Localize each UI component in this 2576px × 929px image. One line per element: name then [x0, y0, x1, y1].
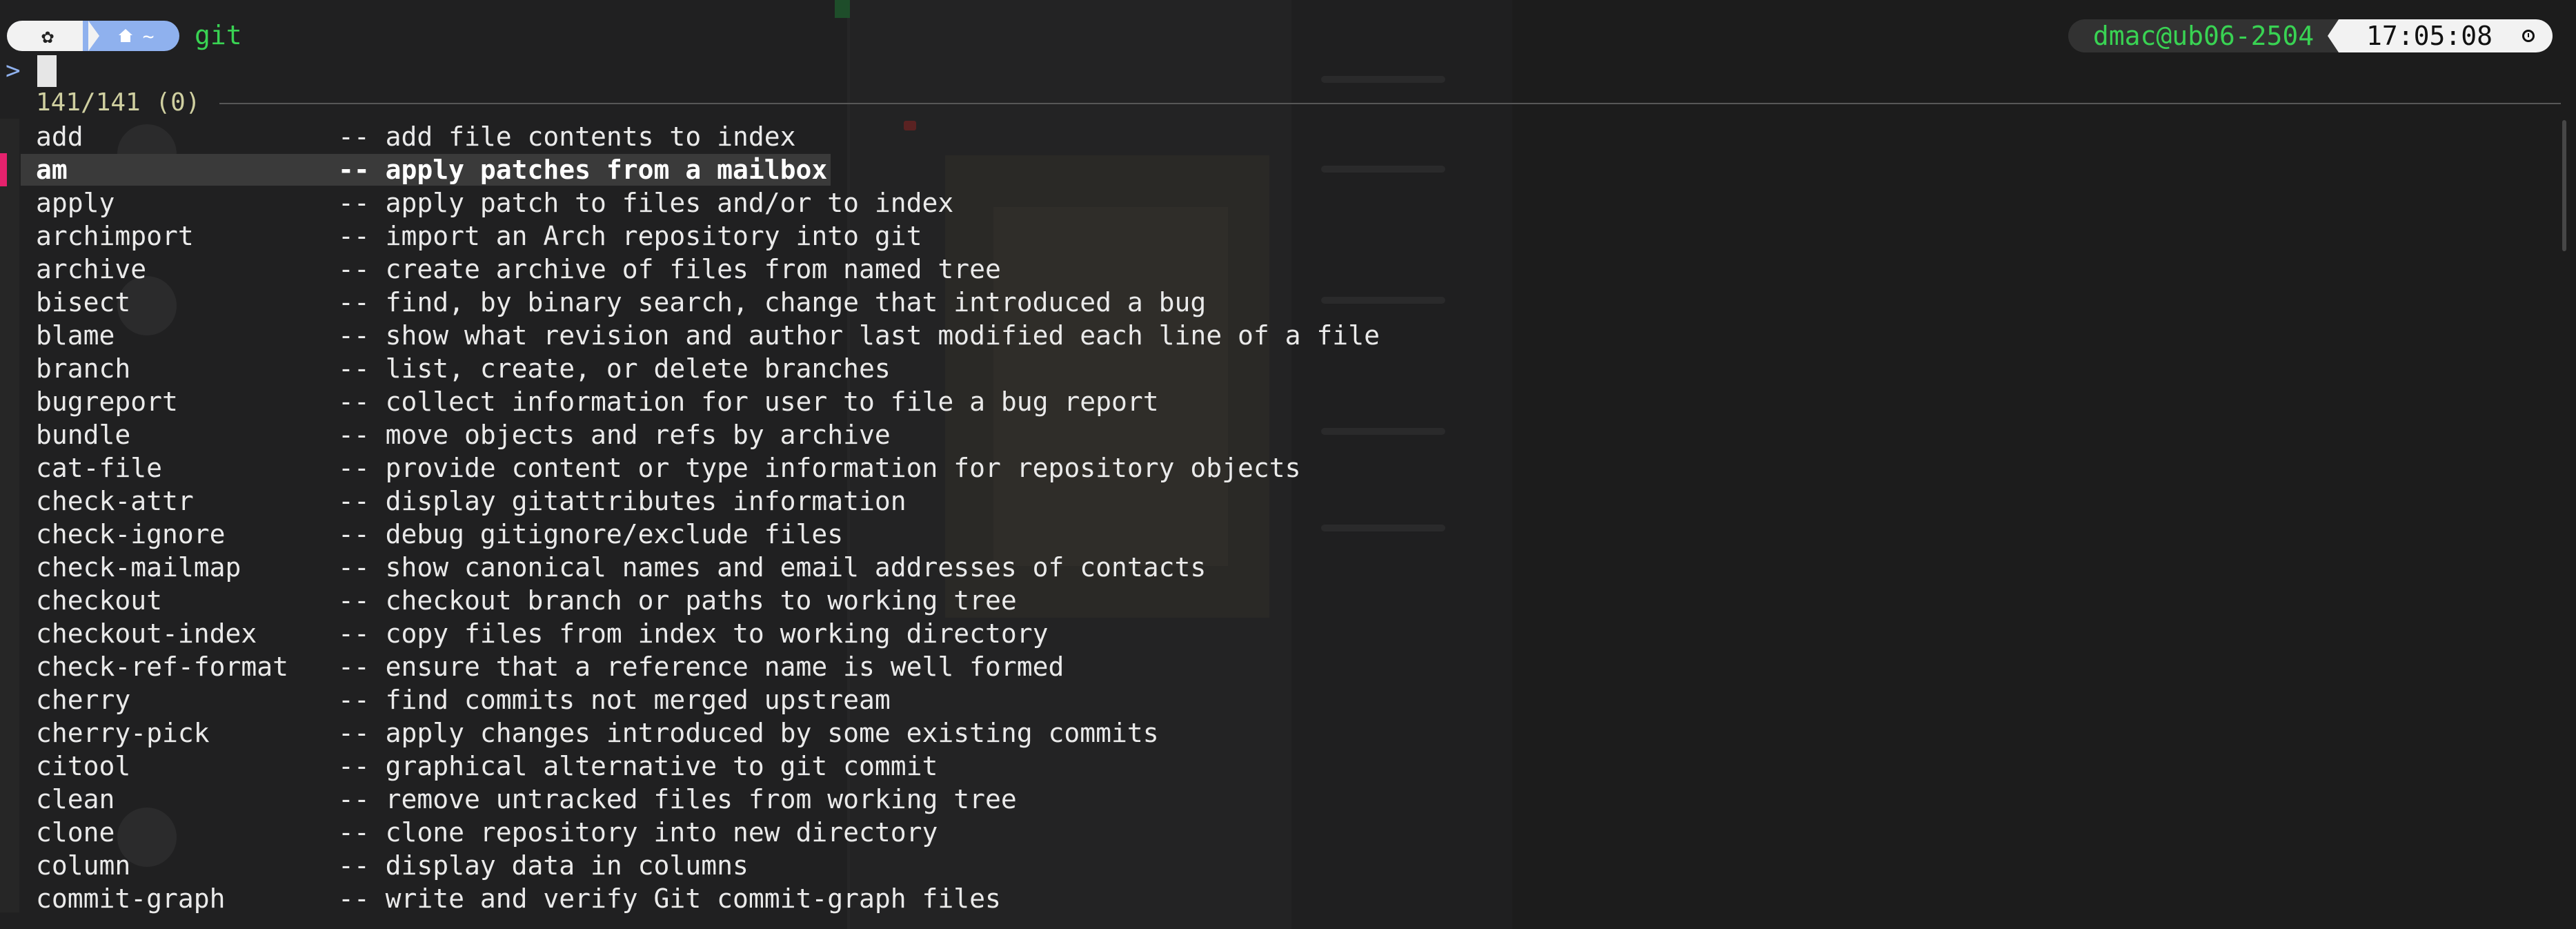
- completion-item[interactable]: archive -- create archive of files from n…: [0, 253, 1518, 286]
- completion-name: bundle: [36, 420, 131, 450]
- completion-name: apply: [36, 188, 115, 218]
- user-host-segment: dmac@ub06-2504: [2068, 19, 2339, 52]
- completion-description: -- clone repository into new directory: [338, 817, 938, 848]
- results-info-row: 141/141 (0): [0, 87, 2576, 119]
- completion-name: check-attr: [36, 486, 194, 516]
- completion-description: -- list, create, or delete branches: [338, 353, 891, 384]
- completion-item[interactable]: add -- add file contents to index: [0, 120, 1518, 153]
- completion-name: blame: [36, 320, 115, 351]
- completion-item[interactable]: blame -- show what revision and author la…: [0, 319, 1518, 352]
- completion-item[interactable]: column -- display data in columns: [0, 849, 1518, 882]
- completion-item[interactable]: clean -- remove untracked files from work…: [0, 783, 1518, 816]
- completion-item[interactable]: citool -- graphical alternative to git co…: [0, 750, 1518, 783]
- completion-item[interactable]: cherry-pick -- apply changes introduced b…: [0, 716, 1518, 750]
- completion-item[interactable]: checkout -- checkout branch or paths to w…: [0, 584, 1518, 617]
- completion-description: -- show canonical names and email addres…: [338, 552, 1207, 583]
- completion-name: cherry: [36, 685, 131, 715]
- separator-line: [219, 103, 2561, 104]
- completion-description: -- add file contents to index: [338, 121, 796, 152]
- completion-name: commit-graph: [36, 883, 226, 914]
- completion-item-selected[interactable]: am -- apply patches from a mailbox: [0, 153, 1518, 186]
- input-prompt-symbol: >: [6, 57, 21, 85]
- completion-item[interactable]: bisect -- find, by binary search, change …: [0, 286, 1518, 319]
- completion-description: -- display gitattributes information: [338, 486, 906, 516]
- completion-description: -- show what revision and author last mo…: [338, 320, 1380, 351]
- completion-description: -- copy files from index to working dire…: [338, 618, 1049, 649]
- os-logo-icon: ✿: [41, 23, 55, 48]
- completion-item[interactable]: clone -- clone repository into new direct…: [0, 816, 1518, 849]
- completion-description: -- checkout branch or paths to working t…: [338, 585, 1017, 616]
- completion-description: -- ensure that a reference name is well …: [338, 652, 1064, 682]
- completion-item[interactable]: archimport -- import an Arch repository i…: [0, 219, 1518, 253]
- completion-name: citool: [36, 751, 131, 781]
- time-segment: 17:05:08: [2328, 19, 2553, 52]
- completion-name: archive: [36, 254, 147, 284]
- directory-label: ~: [142, 24, 155, 48]
- segment-separator: [88, 21, 99, 51]
- completion-item[interactable]: branch -- list, create, or delete branche…: [0, 352, 1518, 385]
- completion-item[interactable]: cherry -- find commits not merged upstrea…: [0, 683, 1518, 716]
- completion-item[interactable]: check-attr -- display gitattributes infor…: [0, 485, 1518, 518]
- completion-item[interactable]: commit-graph -- write and verify Git comm…: [0, 882, 1518, 915]
- match-counter: 141/141 (0): [36, 88, 201, 117]
- completion-name: archimport: [36, 221, 194, 251]
- time-label: 17:05:08: [2366, 21, 2493, 51]
- completion-description: -- graphical alternative to git commit: [338, 751, 938, 781]
- completion-name: checkout-index: [36, 618, 257, 649]
- completion-name: column: [36, 850, 131, 881]
- completion-description: -- display data in columns: [338, 850, 749, 881]
- completion-name: check-ref-format: [36, 652, 289, 682]
- completion-name: cat-file: [36, 453, 163, 483]
- completion-name: add: [36, 121, 83, 152]
- completion-description: -- provide content or type information f…: [338, 453, 1301, 483]
- completion-description: -- move objects and refs by archive: [338, 420, 891, 450]
- completion-item[interactable]: check-mailmap -- show canonical names and…: [0, 551, 1518, 584]
- completion-name: clean: [36, 784, 115, 814]
- completion-name: bisect: [36, 287, 131, 317]
- completion-item[interactable]: check-ref-format -- ensure that a referen…: [0, 650, 1518, 683]
- completion-description: -- create archive of files from named tr…: [338, 254, 1001, 284]
- completion-item[interactable]: checkout-index -- copy files from index t…: [0, 617, 1518, 650]
- scrollbar[interactable]: [2562, 120, 2566, 251]
- completion-list: add -- add file contents to index am -- app…: [0, 120, 1518, 915]
- completion-name: branch: [36, 353, 131, 384]
- completion-description: -- find, by binary search, change that i…: [338, 287, 1207, 317]
- completion-description: -- apply changes introduced by some exis…: [338, 718, 1159, 748]
- completion-description: -- remove untracked files from working t…: [338, 784, 1017, 814]
- completion-description: -- collect information for user to file …: [338, 387, 1159, 417]
- completion-description: -- find commits not merged upstream: [338, 685, 891, 715]
- home-icon: [118, 29, 133, 43]
- terminal-window: ✿ ~ git dmac@ub06-2504 17:05:08 > 141/14…: [0, 0, 2576, 929]
- completion-description: -- debug gitignore/exclude files: [338, 519, 844, 549]
- prompt-bar: ✿ ~ git dmac@ub06-2504 17:05:08: [0, 17, 2576, 55]
- completion-item[interactable]: check-ignore -- debug gitignore/exclude f…: [0, 518, 1518, 551]
- completion-description: -- apply patch to files and/or to index: [338, 188, 954, 218]
- completion-name: check-mailmap: [36, 552, 241, 583]
- text-cursor: [37, 55, 57, 87]
- completion-name: am: [36, 155, 68, 185]
- completion-item[interactable]: cat-file -- provide content or type infor…: [0, 451, 1518, 485]
- completion-description: -- apply patches from a mailbox: [338, 155, 828, 185]
- command-text[interactable]: git: [195, 19, 242, 51]
- completion-item[interactable]: bugreport -- collect information for user…: [0, 385, 1518, 418]
- completion-name: bugreport: [36, 387, 178, 417]
- completion-name: check-ignore: [36, 519, 226, 549]
- completion-name: checkout: [36, 585, 163, 616]
- selection-marker: [0, 153, 7, 186]
- completion-name: clone: [36, 817, 115, 848]
- clock-icon: [2522, 30, 2535, 42]
- completion-description: -- write and verify Git commit-graph fil…: [338, 883, 1001, 914]
- completion-description: -- import an Arch repository into git: [338, 221, 922, 251]
- completion-item[interactable]: bundle -- move objects and refs by archiv…: [0, 418, 1518, 451]
- os-segment: ✿: [7, 21, 88, 51]
- completion-name: cherry-pick: [36, 718, 210, 748]
- completion-item[interactable]: apply -- apply patch to files and/or to i…: [0, 186, 1518, 219]
